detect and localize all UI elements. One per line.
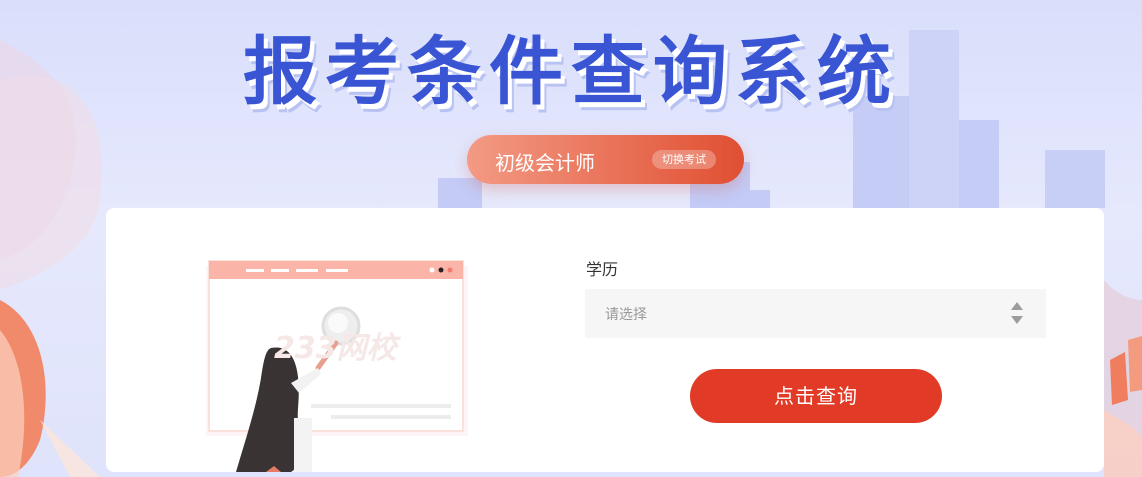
query-card: 233网校 学历 请选择 点击查询 [106, 208, 1104, 472]
current-exam-name: 初级会计师 [495, 151, 595, 175]
illustration-watermark: 233网校 [274, 331, 397, 366]
switch-exam-button[interactable]: 切换考试 [652, 150, 716, 169]
sort-arrows-icon [1010, 301, 1024, 325]
education-select[interactable]: 请选择 [585, 289, 1046, 338]
illustration: 233网校 [106, 208, 546, 472]
exam-selector: 初级会计师 切换考试 [467, 135, 744, 184]
sort-arrows-graphic [1011, 302, 1023, 324]
education-label: 学历 [586, 260, 619, 279]
page-title: 报考条件查询系统 [243, 29, 899, 115]
education-select-placeholder: 请选择 [605, 307, 647, 323]
query-button[interactable]: 点击查询 [690, 369, 942, 423]
